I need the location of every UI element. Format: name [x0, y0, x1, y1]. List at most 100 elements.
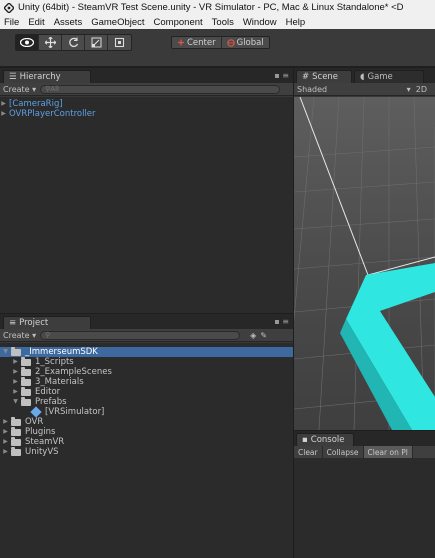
project-folder-ovr[interactable]: ▶ OVR	[0, 416, 293, 427]
project-prefab-vrsimulator[interactable]: [VRSimulator]	[0, 406, 293, 418]
pivot-center-label: Center	[187, 37, 216, 48]
hierarchy-toolbar: Create ▾ ⚲ All	[0, 83, 293, 96]
move-tool-button[interactable]	[39, 35, 62, 50]
hierarchy-item-camerarig[interactable]: ▶ [CameraRig]	[0, 99, 293, 109]
menu-gameobject[interactable]: GameObject	[91, 17, 144, 28]
scene-toolbar: Shaded ▾ 2D	[294, 83, 435, 96]
project-tab-strip: ≡ Project ▪ ≡	[0, 314, 293, 329]
window-title-bar: Unity (64bit) - SteamVR Test Scene.unity…	[0, 0, 435, 15]
hierarchy-list-icon: ☰	[9, 72, 17, 82]
folder-icon	[21, 386, 31, 396]
project-folder-editor[interactable]: ▶ Editor	[0, 386, 293, 397]
globe-icon	[226, 38, 235, 47]
console-clear-button[interactable]: Clear	[294, 446, 323, 458]
folder-icon	[11, 346, 21, 356]
rotate-tool-button[interactable]	[62, 35, 85, 50]
folder-icon	[21, 376, 31, 386]
tab-console[interactable]: ▪ Console	[296, 433, 354, 446]
collapse-arrow-icon[interactable]: ▼	[12, 397, 19, 407]
project-tab-label: Project	[19, 318, 49, 328]
project-create-button[interactable]: Create ▾	[3, 331, 36, 340]
pacman-icon: ◖	[360, 72, 365, 82]
hierarchy-item-ovrplayercontroller[interactable]: ▶ OVRPlayerController	[0, 109, 293, 119]
console-collapse-button[interactable]: Collapse	[323, 446, 364, 458]
expand-arrow-icon[interactable]: ▶	[12, 387, 19, 397]
scene-panel: # Scene ◖ Game Shaded ▾ 2D	[294, 68, 435, 430]
scene-tab-strip: # Scene ◖ Game	[294, 68, 435, 83]
project-folder-steamvr[interactable]: ▶ SteamVR	[0, 436, 293, 447]
hierarchy-tree: ▶ [CameraRig] ▶ OVRPlayerController	[0, 97, 293, 313]
grid-hash-icon: #	[302, 72, 310, 82]
console-log-area[interactable]	[294, 458, 435, 558]
menu-tools[interactable]: Tools	[212, 17, 234, 28]
expand-arrow-icon[interactable]: ▶	[0, 99, 7, 109]
folder-icon	[11, 426, 21, 436]
project-folder-materials[interactable]: ▶ 3_Materials	[0, 376, 293, 387]
menu-help[interactable]: Help	[286, 17, 306, 28]
panel-menu-icon[interactable]: ▪ ≡	[274, 71, 289, 80]
project-panel: ≡ Project ▪ ≡ Create ▾ ⚲ ◈ ✎ ▼ _Immerseu…	[0, 314, 293, 558]
expand-arrow-icon[interactable]: ▶	[12, 367, 19, 377]
hierarchy-create-button[interactable]: Create ▾	[3, 85, 36, 94]
folder-icon	[11, 436, 21, 446]
pivot-global-button[interactable]: Global	[220, 37, 269, 48]
main-toolbar: Center Global	[0, 29, 435, 67]
transform-tools	[15, 34, 132, 51]
hierarchy-panel: ☰ Hierarchy ▪ ≡ Create ▾ ⚲ All ▶ [Camera…	[0, 68, 293, 313]
menu-edit[interactable]: Edit	[28, 17, 44, 28]
panel-menu-icon[interactable]: ▪ ≡	[274, 317, 289, 326]
project-folder-immerseumsdk[interactable]: ▼ _ImmerseumSDK	[0, 346, 293, 357]
console-toolbar: Clear Collapse Clear on Pl	[294, 446, 435, 458]
project-folder-examplescenes[interactable]: ▶ 2_ExampleScenes	[0, 366, 293, 377]
project-folder-scripts[interactable]: ▶ 1_Scripts	[0, 356, 293, 367]
hierarchy-search-input[interactable]: ⚲ All	[40, 84, 281, 94]
project-search-input[interactable]: ⚲	[40, 330, 241, 340]
expand-arrow-icon[interactable]: ▶	[2, 447, 9, 457]
rotate-icon	[68, 37, 78, 48]
folder-icon	[11, 416, 21, 426]
filter-by-label-icon[interactable]: ✎	[260, 331, 267, 340]
expand-arrow-icon[interactable]: ▶	[12, 357, 19, 367]
shading-mode-dropdown[interactable]: Shaded	[297, 85, 327, 94]
menu-file[interactable]: File	[4, 17, 19, 28]
filter-by-type-icon[interactable]: ◈	[250, 331, 256, 340]
menu-component[interactable]: Component	[154, 17, 203, 28]
menu-window[interactable]: Window	[243, 17, 277, 28]
rect-tool-button[interactable]	[108, 35, 131, 50]
console-clear-on-play-button[interactable]: Clear on Pl	[363, 446, 413, 458]
project-folder-plugins[interactable]: ▶ Plugins	[0, 426, 293, 437]
folder-icon	[21, 396, 31, 406]
tab-project[interactable]: ≡ Project	[3, 316, 91, 329]
project-tree: ▼ _ImmerseumSDK ▶ 1_Scripts ▶ 2_ExampleS…	[0, 343, 293, 558]
project-folder-prefabs[interactable]: ▼ Prefabs	[0, 396, 293, 407]
expand-arrow-icon[interactable]: ▶	[2, 437, 9, 447]
project-list-icon: ≡	[9, 318, 17, 328]
scale-tool-button[interactable]	[85, 35, 108, 50]
hierarchy-tab-strip: ☰ Hierarchy ▪ ≡	[0, 68, 293, 83]
mode-2d-toggle[interactable]: ▾ 2D	[407, 85, 427, 94]
project-folder-unityvs[interactable]: ▶ UnityVS	[0, 446, 293, 457]
menu-bar: File Edit Assets GameObject Component To…	[0, 15, 435, 29]
tab-scene[interactable]: # Scene	[296, 70, 352, 83]
console-icon: ▪	[302, 435, 308, 445]
project-toolbar: Create ▾ ⚲ ◈ ✎	[0, 329, 293, 342]
pivot-center-button[interactable]: Center	[172, 37, 221, 48]
expand-arrow-icon[interactable]: ▶	[0, 109, 7, 119]
scene-viewport[interactable]	[294, 97, 435, 430]
hierarchy-search-placeholder: All	[50, 85, 59, 93]
tab-game[interactable]: ◖ Game	[354, 70, 424, 83]
folder-icon	[21, 356, 31, 366]
expand-arrow-icon[interactable]: ▶	[2, 417, 9, 427]
prefab-cube-icon	[30, 406, 42, 418]
eye-icon	[20, 38, 34, 47]
collapse-arrow-icon[interactable]: ▼	[2, 347, 9, 357]
scale-icon	[91, 37, 101, 48]
view-tool-button[interactable]	[16, 35, 39, 50]
tab-hierarchy[interactable]: ☰ Hierarchy	[3, 70, 91, 83]
rect-transform-icon	[114, 37, 125, 48]
search-icon: ⚲	[45, 331, 51, 339]
game-tab-label: Game	[367, 72, 393, 82]
menu-assets[interactable]: Assets	[54, 17, 83, 28]
expand-arrow-icon[interactable]: ▶	[2, 427, 9, 437]
expand-arrow-icon[interactable]: ▶	[12, 377, 19, 387]
